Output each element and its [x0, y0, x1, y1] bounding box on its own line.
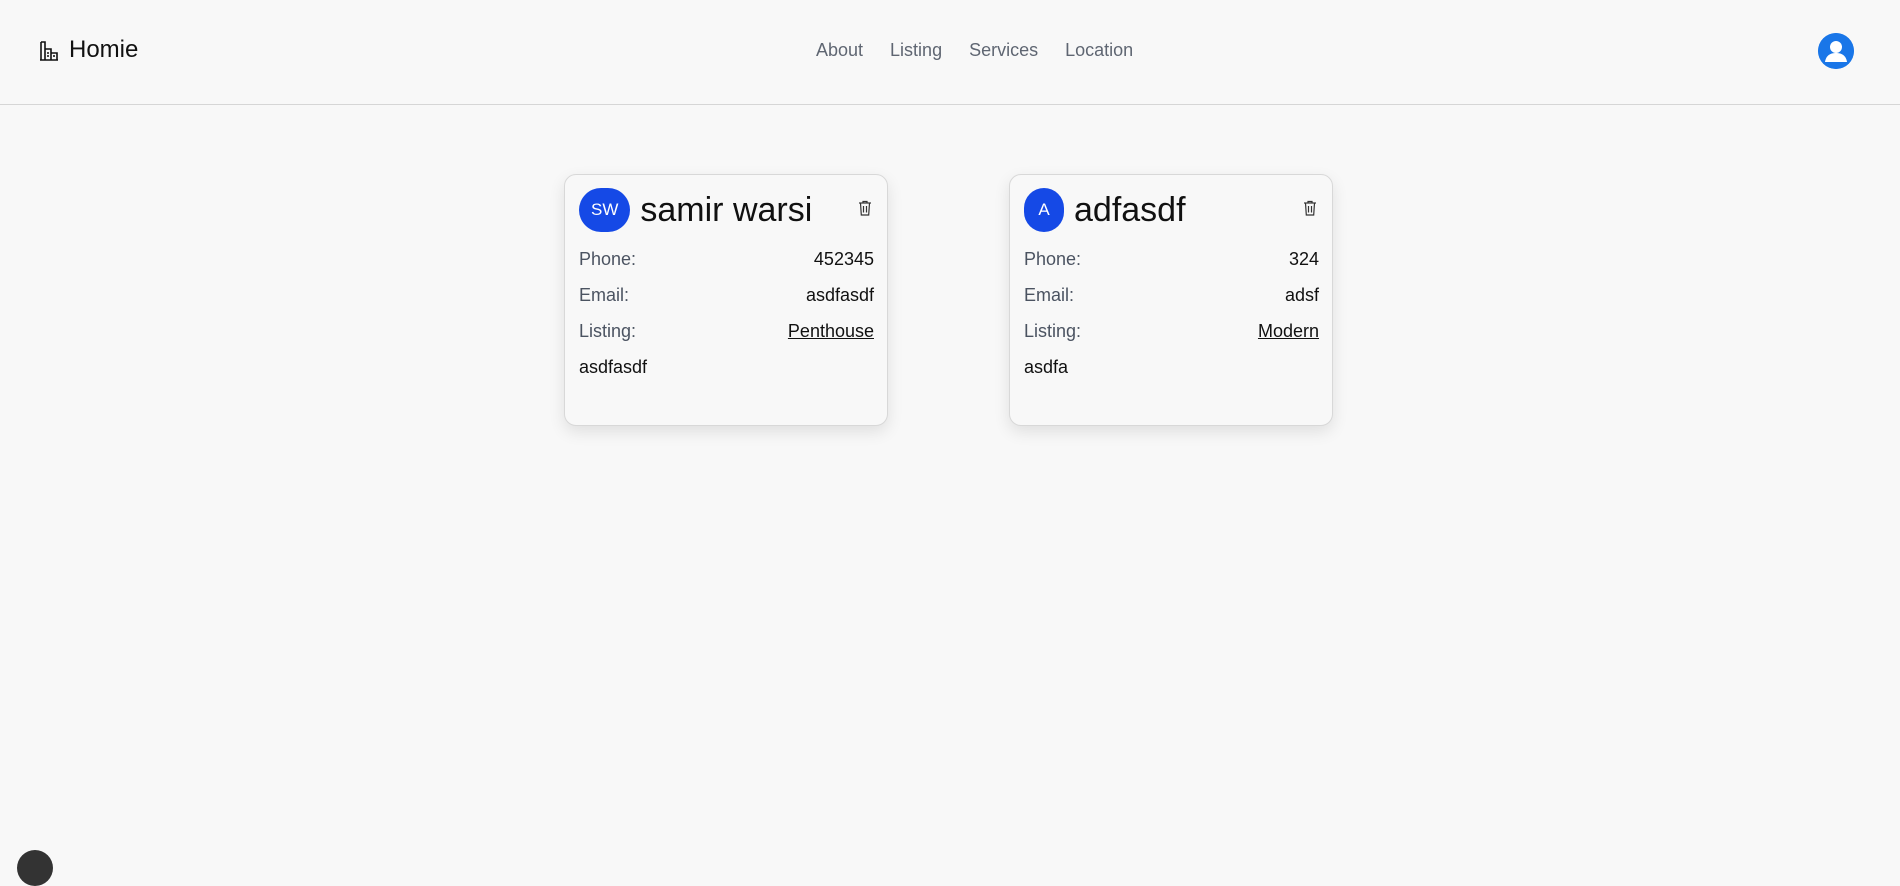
delete-button[interactable] — [1300, 200, 1320, 220]
building-icon — [39, 39, 59, 61]
delete-button[interactable] — [855, 200, 875, 220]
contact-message: asdfa — [1024, 357, 1069, 377]
email-value: asdfasdf — [805, 285, 874, 305]
brand-name: Homie — [69, 36, 139, 63]
main-nav: About Listing Services Location — [816, 40, 1133, 61]
email-value: adsf — [1284, 285, 1319, 305]
card-header: SW samir warsi — [579, 188, 875, 232]
email-label: Email: — [1024, 285, 1075, 305]
phone-row: Phone: 324 — [1024, 249, 1319, 285]
user-menu-button[interactable] — [1818, 33, 1854, 69]
listing-link[interactable]: Modern — [1258, 321, 1319, 357]
user-icon — [1818, 33, 1854, 69]
email-label: Email: — [579, 285, 630, 305]
phone-label: Phone: — [579, 249, 637, 269]
nav-location[interactable]: Location — [1065, 40, 1133, 61]
contact-card: SW samir warsi Phone: 452345 Email: asdf… — [564, 174, 888, 426]
contact-card: A adfasdf Phone: 324 Email: adsf Listing… — [1009, 174, 1333, 426]
brand-logo-link[interactable]: Homie — [39, 36, 138, 64]
card-details: Phone: 324 Email: adsf Listing: Modern a… — [1024, 249, 1319, 378]
listing-label: Listing: — [1024, 321, 1082, 341]
listing-row: Listing: Penthouse — [579, 321, 874, 357]
nav-listing[interactable]: Listing — [890, 40, 942, 61]
card-header: A adfasdf — [1024, 188, 1320, 232]
contact-message: asdfasdf — [579, 357, 648, 377]
trash-icon — [1303, 200, 1317, 221]
phone-value: 324 — [1288, 249, 1319, 269]
contact-name: adfasdf — [1074, 190, 1186, 229]
floating-widget-button[interactable] — [17, 850, 53, 886]
phone-row: Phone: 452345 — [579, 249, 874, 285]
phone-label: Phone: — [1024, 249, 1082, 269]
email-row: Email: adsf — [1024, 285, 1319, 321]
listing-row: Listing: Modern — [1024, 321, 1319, 357]
avatar-initials: A — [1024, 188, 1064, 232]
card-details: Phone: 452345 Email: asdfasdf Listing: P… — [579, 249, 874, 378]
nav-services[interactable]: Services — [969, 40, 1038, 61]
avatar-initials: SW — [579, 188, 631, 232]
top-navbar: Homie About Listing Services Location — [0, 0, 1900, 105]
trash-icon — [858, 200, 872, 221]
nav-about[interactable]: About — [816, 40, 863, 61]
contact-name: samir warsi — [640, 190, 813, 229]
email-row: Email: asdfasdf — [579, 285, 874, 321]
listing-link[interactable]: Penthouse — [788, 321, 874, 357]
phone-value: 452345 — [813, 249, 874, 269]
listing-label: Listing: — [579, 321, 637, 341]
